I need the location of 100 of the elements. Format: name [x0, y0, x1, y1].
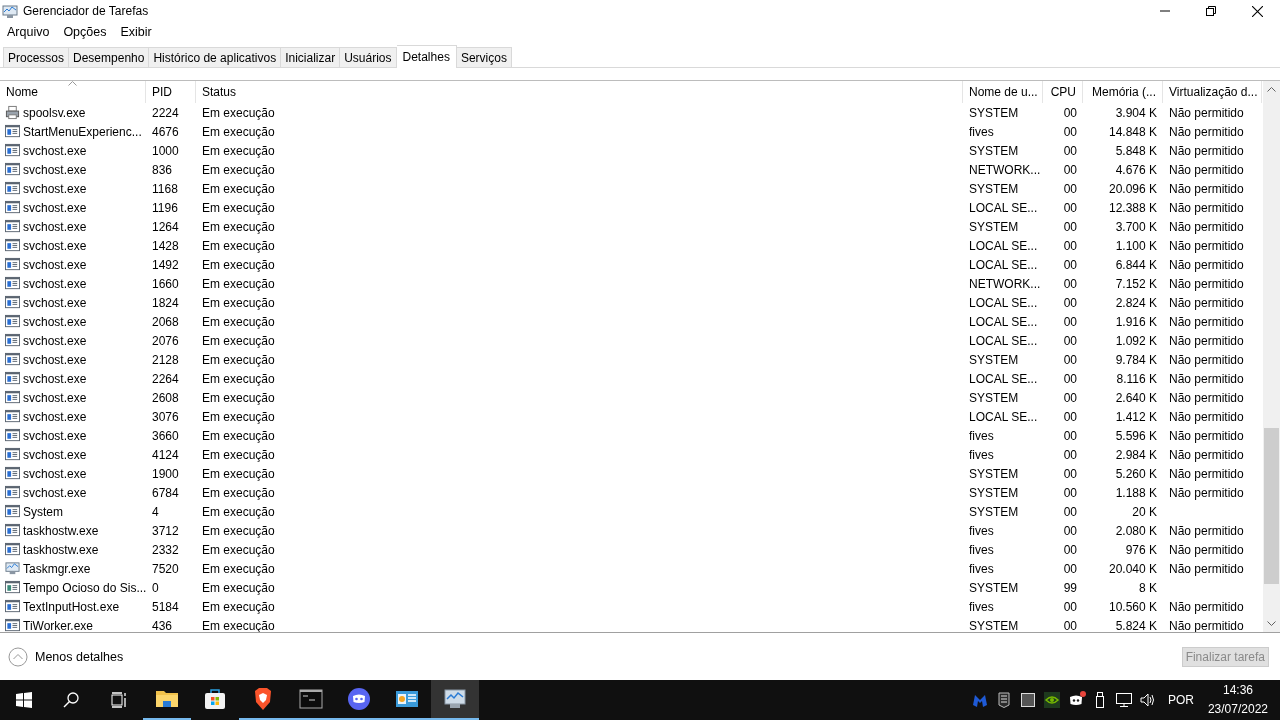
table-cell: Não permitido	[1169, 257, 1244, 272]
table-cell: 00	[1063, 295, 1077, 310]
table-cell: Não permitido	[1169, 238, 1244, 253]
tab[interactable]: Serviços	[456, 47, 512, 68]
table-cell: Não permitido	[1169, 276, 1244, 291]
table-cell: LOCAL SE...	[969, 257, 1038, 272]
column-header[interactable]: PID	[146, 81, 196, 104]
table-cell: NETWORK...	[969, 162, 1041, 177]
table-cell: 1900	[152, 466, 179, 481]
tab[interactable]: Desempenho	[69, 47, 150, 68]
column-header[interactable]: Nome de u...	[963, 81, 1043, 104]
table-cell: fives	[969, 523, 994, 538]
table-cell: 836	[152, 162, 173, 177]
table-cell: 00	[1063, 485, 1077, 500]
window-icon	[5, 466, 20, 482]
window-icon	[5, 485, 20, 501]
menu-item[interactable]: Exibir	[120, 24, 152, 39]
table-cell: LOCAL SE...	[969, 200, 1038, 215]
process-name: svchost.exe	[23, 333, 87, 348]
notification-dot	[1079, 691, 1086, 697]
table-cell: 1264	[152, 219, 179, 234]
scroll-down-icon[interactable]	[1267, 621, 1276, 627]
process-name: svchost.exe	[23, 162, 87, 177]
table-cell: LOCAL SE...	[969, 295, 1038, 310]
fewer-details-button[interactable]: Menos detalhes	[8, 646, 124, 667]
tab[interactable]: Processos	[3, 47, 70, 68]
table-cell: 00	[1063, 618, 1077, 633]
scroll-thumb[interactable]	[1264, 428, 1279, 585]
table-cell: Em execução	[202, 580, 275, 595]
table-cell: 00	[1063, 352, 1077, 367]
table-cell: 1660	[152, 276, 179, 291]
table-cell: Não permitido	[1169, 542, 1244, 557]
table-cell: Não permitido	[1169, 561, 1244, 576]
table-cell: 8 K	[1139, 580, 1157, 595]
window-icon	[5, 181, 20, 197]
table-cell: Em execução	[202, 257, 275, 272]
table-cell: 00	[1063, 143, 1077, 158]
terminal-icon	[299, 687, 323, 711]
table-cell: 2264	[152, 371, 179, 386]
process-name: System	[23, 504, 63, 519]
volume-icon	[1139, 692, 1156, 708]
close-icon	[1251, 5, 1263, 17]
table-cell: 00	[1063, 542, 1077, 557]
window-icon	[5, 542, 20, 558]
table-cell: 2224	[152, 105, 179, 120]
fewer-details-label[interactable]: Menos detalhes	[35, 649, 124, 664]
menu-item[interactable]: Opções	[63, 24, 107, 39]
clock[interactable]: 14:36 23/07/2022	[1203, 681, 1280, 719]
table-cell: 00	[1063, 276, 1077, 291]
table-cell: SYSTEM	[969, 618, 1019, 633]
column-header[interactable]: Status	[196, 81, 963, 104]
scroll-up-icon[interactable]	[1267, 87, 1276, 93]
process-name: svchost.exe	[23, 276, 87, 291]
table-cell: Não permitido	[1169, 162, 1244, 177]
m-logo-icon	[971, 692, 988, 708]
column-header[interactable]: CPU	[1043, 81, 1083, 104]
table-cell: SYSTEM	[969, 485, 1019, 500]
table-cell: 00	[1063, 105, 1077, 120]
taskbar-app[interactable]	[431, 680, 479, 720]
column-header[interactable]: Memória (...	[1083, 81, 1163, 104]
grid-icon	[1019, 692, 1036, 708]
window-icon	[5, 618, 20, 633]
table-cell: SYSTEM	[969, 219, 1019, 234]
table-cell: 5.848 K	[1115, 143, 1157, 158]
process-name: svchost.exe	[23, 428, 87, 443]
scrollbar[interactable]	[1263, 81, 1280, 633]
window-icon	[5, 428, 20, 444]
window-icon	[5, 409, 20, 425]
clock-date: 23/07/2022	[1207, 701, 1268, 718]
tab[interactable]: Inicializar	[281, 47, 341, 68]
table-cell: 5184	[152, 599, 179, 614]
language-indicator[interactable]: POR	[1159, 693, 1204, 707]
tab[interactable]: Detalhes	[396, 45, 457, 69]
table-cell: 1824	[152, 295, 179, 310]
process-name: svchost.exe	[23, 371, 87, 386]
window-icon	[5, 599, 20, 615]
table-cell: Em execução	[202, 162, 275, 177]
table-cell: SYSTEM	[969, 143, 1019, 158]
table-cell: Não permitido	[1169, 599, 1244, 614]
table-cell: Em execução	[202, 485, 275, 500]
table-cell: 4124	[152, 447, 179, 462]
tab[interactable]: Histórico de aplicativos	[149, 47, 282, 68]
tab[interactable]: Usuários	[340, 47, 397, 68]
table-cell: 00	[1063, 390, 1077, 405]
table-cell: Em execução	[202, 124, 275, 139]
process-name: StartMenuExperienc...	[23, 124, 142, 139]
table-cell: 00	[1063, 428, 1077, 443]
table-cell: Em execução	[202, 333, 275, 348]
table-cell: Em execução	[202, 561, 275, 576]
table-cell: 1000	[152, 143, 179, 158]
table-cell: Em execução	[202, 352, 275, 367]
restore-icon	[1206, 6, 1216, 16]
process-name: svchost.exe	[23, 466, 87, 481]
column-header[interactable]: Virtualização d...	[1163, 81, 1262, 104]
table-cell: Não permitido	[1169, 333, 1244, 348]
table-cell: 00	[1063, 124, 1077, 139]
table-cell: Não permitido	[1169, 390, 1244, 405]
column-header[interactable]: Nome	[0, 81, 146, 104]
menu-item[interactable]: Arquivo	[7, 24, 50, 39]
process-name: svchost.exe	[23, 352, 87, 367]
